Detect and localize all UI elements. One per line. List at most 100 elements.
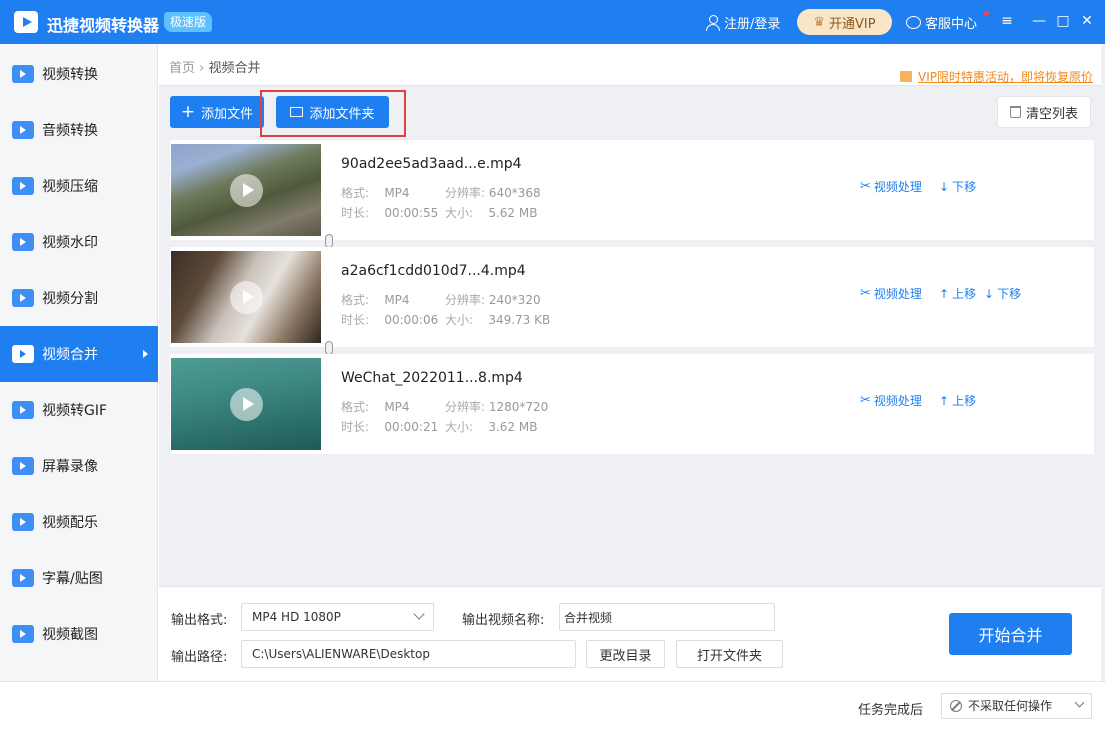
change-dir-button[interactable]: 更改目录 bbox=[586, 640, 665, 668]
resolution-value: 1280*720 bbox=[488, 400, 549, 414]
video-process-button[interactable]: ✂ 视频处理 bbox=[860, 392, 922, 409]
output-name-label: 输出视频名称: bbox=[462, 613, 545, 628]
duration-label: 时长: bbox=[341, 206, 370, 220]
edition-badge: 极速版 bbox=[164, 12, 213, 32]
highlight-box bbox=[260, 90, 406, 137]
sidebar-item-video-gif[interactable]: 视频转GIF bbox=[0, 382, 158, 438]
size-meta: 大小: 3.62 MB bbox=[445, 418, 537, 435]
sidebar-item-video-compress[interactable]: 视频压缩 bbox=[0, 158, 158, 214]
start-merge-button[interactable]: 开始合并 bbox=[949, 613, 1072, 655]
crown-icon: ♛ bbox=[813, 14, 826, 30]
maximize-icon[interactable]: □ bbox=[1055, 12, 1071, 30]
move-down-button[interactable]: ↓ 下移 bbox=[939, 178, 976, 195]
after-task-select[interactable]: 不采取任何操作 bbox=[941, 693, 1092, 719]
link-icon bbox=[325, 234, 333, 248]
size-value: 5.62 MB bbox=[488, 206, 538, 220]
size-label: 大小: bbox=[445, 313, 474, 327]
duration-meta: 时长: 00:00:06 bbox=[341, 311, 438, 328]
video-row: WeChat_2022011...8.mp4 格式: MP4 分辨率: 1280… bbox=[170, 354, 1094, 454]
breadcrumb-home[interactable]: 首页 bbox=[169, 61, 195, 76]
trash-icon bbox=[1009, 106, 1021, 118]
format-label: 格式: bbox=[341, 293, 370, 307]
size-value: 349.73 KB bbox=[488, 313, 551, 327]
video-gif-icon bbox=[12, 401, 34, 419]
login-link[interactable]: 注册/登录 bbox=[706, 13, 780, 32]
output-format-value: MP4 HD 1080P bbox=[252, 610, 341, 624]
video-process-label: 视频处理 bbox=[873, 394, 922, 408]
sidebar-item-video-watermark[interactable]: 视频水印 bbox=[0, 214, 158, 270]
close-icon[interactable]: ✕ bbox=[1079, 12, 1095, 30]
size-value: 3.62 MB bbox=[488, 420, 538, 434]
sidebar-item-screen-record[interactable]: 屏幕录像 bbox=[0, 438, 158, 494]
audio-convert-icon bbox=[12, 121, 34, 139]
duration-value: 00:00:21 bbox=[384, 420, 439, 434]
video-watermark-icon bbox=[12, 233, 34, 251]
format-label: 格式: bbox=[341, 186, 370, 200]
sidebar-item-video-merge[interactable]: 视频合并 bbox=[0, 326, 158, 382]
play-icon[interactable] bbox=[230, 281, 263, 314]
service-center-link[interactable]: 客服中心 bbox=[906, 13, 977, 32]
right-edge bbox=[1101, 44, 1105, 681]
main-panel: 首页 › 视频合并 VIP限时特惠活动，即将恢复原价 + 添加文件 添加文件夹 … bbox=[159, 44, 1105, 681]
sidebar-item-label: 视频截图 bbox=[42, 627, 98, 643]
chat-icon bbox=[906, 16, 921, 29]
breadcrumb-current: 视频合并 bbox=[208, 61, 261, 76]
menu-icon[interactable]: ≡ bbox=[999, 12, 1015, 30]
sidebar-item-screenshot[interactable]: 视频截图 bbox=[0, 606, 158, 662]
size-meta: 大小: 5.62 MB bbox=[445, 204, 537, 221]
video-thumbnail[interactable] bbox=[171, 251, 321, 343]
video-thumbnail[interactable] bbox=[171, 144, 321, 236]
duration-value: 00:00:55 bbox=[384, 206, 439, 220]
video-filename: a2a6cf1cdd010d7...4.mp4 bbox=[341, 263, 526, 279]
video-process-button[interactable]: ✂ 视频处理 bbox=[860, 285, 922, 302]
clear-list-button[interactable]: 清空列表 bbox=[997, 96, 1091, 128]
format-value: MP4 bbox=[384, 293, 410, 307]
move-up-button[interactable]: ↑ 上移 bbox=[939, 285, 976, 302]
move-up-button[interactable]: ↑ 上移 bbox=[939, 392, 976, 409]
sidebar-item-label: 视频分割 bbox=[42, 291, 98, 307]
login-label: 注册/登录 bbox=[724, 17, 781, 32]
resolution-label: 分辨率: bbox=[445, 186, 486, 200]
sidebar-item-audio-convert[interactable]: 音频转换 bbox=[0, 102, 158, 158]
sidebar-item-subtitle[interactable]: 字幕/贴图 bbox=[0, 550, 158, 606]
video-filename: 90ad2ee5ad3aad...e.mp4 bbox=[341, 156, 522, 172]
sidebar-item-video-music[interactable]: 视频配乐 bbox=[0, 494, 158, 550]
format-value: MP4 bbox=[384, 400, 410, 414]
open-folder-button[interactable]: 打开文件夹 bbox=[676, 640, 783, 668]
add-file-button[interactable]: + 添加文件 bbox=[170, 96, 264, 128]
scissors-icon: ✂ bbox=[860, 286, 871, 301]
breadcrumb: 首页 › 视频合并 bbox=[169, 57, 261, 76]
play-icon[interactable] bbox=[230, 388, 263, 421]
output-format-label: 输出格式: bbox=[171, 613, 228, 628]
sidebar-item-video-convert[interactable]: 视频转换 bbox=[0, 46, 158, 102]
video-thumbnail[interactable] bbox=[171, 358, 321, 450]
move-down-button[interactable]: ↓ 下移 bbox=[984, 285, 1021, 302]
duration-meta: 时长: 00:00:21 bbox=[341, 418, 438, 435]
plus-icon: + bbox=[180, 101, 196, 122]
output-path-input[interactable] bbox=[241, 640, 576, 668]
duration-label: 时长: bbox=[341, 313, 370, 327]
output-format-select[interactable]: MP4 HD 1080P bbox=[241, 603, 434, 631]
minimize-icon[interactable]: — bbox=[1031, 12, 1047, 30]
resolution-meta: 分辨率: 240*320 bbox=[445, 291, 541, 308]
video-compress-icon bbox=[12, 177, 34, 195]
ban-icon bbox=[950, 700, 962, 712]
size-label: 大小: bbox=[445, 206, 474, 220]
play-icon[interactable] bbox=[230, 174, 263, 207]
resolution-value: 240*320 bbox=[488, 293, 541, 307]
scissors-icon: ✂ bbox=[860, 393, 871, 408]
format-meta: 格式: MP4 bbox=[341, 291, 410, 308]
open-vip-button[interactable]: ♛ 开通VIP bbox=[797, 9, 892, 35]
output-name-input[interactable] bbox=[559, 603, 775, 631]
video-split-icon bbox=[12, 289, 34, 307]
sidebar-item-video-split[interactable]: 视频分割 bbox=[0, 270, 158, 326]
vip-promo-link[interactable]: VIP限时特惠活动，即将恢复原价 bbox=[900, 68, 1093, 85]
arrow-up-icon: ↑ bbox=[939, 286, 950, 301]
after-task-label: 任务完成后 bbox=[858, 703, 924, 718]
move-up-label: 上移 bbox=[952, 287, 977, 301]
breadcrumb-separator: › bbox=[199, 61, 205, 76]
video-process-button[interactable]: ✂ 视频处理 bbox=[860, 178, 922, 195]
sidebar-item-label: 音频转换 bbox=[42, 123, 98, 139]
format-value: MP4 bbox=[384, 186, 410, 200]
arrow-down-icon: ↓ bbox=[939, 179, 950, 194]
